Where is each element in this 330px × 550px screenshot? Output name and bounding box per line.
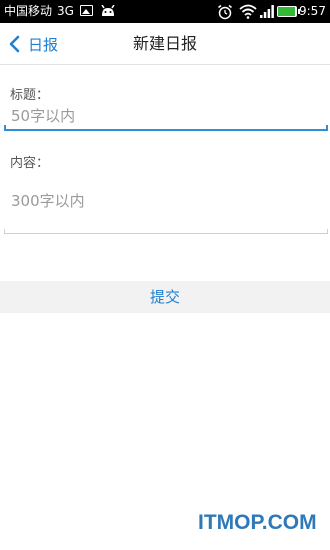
page-title: 新建日报 xyxy=(132,34,197,53)
alarm-icon xyxy=(218,4,232,20)
android-notification-icon xyxy=(101,5,115,16)
wifi-icon xyxy=(239,4,257,19)
battery-icon xyxy=(277,6,300,17)
content-input[interactable] xyxy=(5,190,327,226)
watermark: ITMOP.COM xyxy=(198,511,317,534)
battery-level xyxy=(278,7,296,16)
title-input[interactable] xyxy=(5,102,327,130)
carrier-name: 中国移动 xyxy=(4,4,53,18)
submit-button[interactable]: 提交 xyxy=(0,281,330,313)
signal-strength-icon xyxy=(260,5,274,18)
status-bar: 中国移动 3G 9:57 xyxy=(0,0,330,23)
content-input-underline xyxy=(4,229,328,234)
title-input-underline xyxy=(4,125,328,131)
clock: 9:57 xyxy=(299,4,326,18)
network-type: 3G xyxy=(57,4,74,18)
app-header: 日报 新建日报 xyxy=(0,23,330,65)
title-label: 标题： xyxy=(10,88,50,103)
content-label: 内容： xyxy=(10,156,50,171)
image-notification-icon xyxy=(80,5,93,16)
